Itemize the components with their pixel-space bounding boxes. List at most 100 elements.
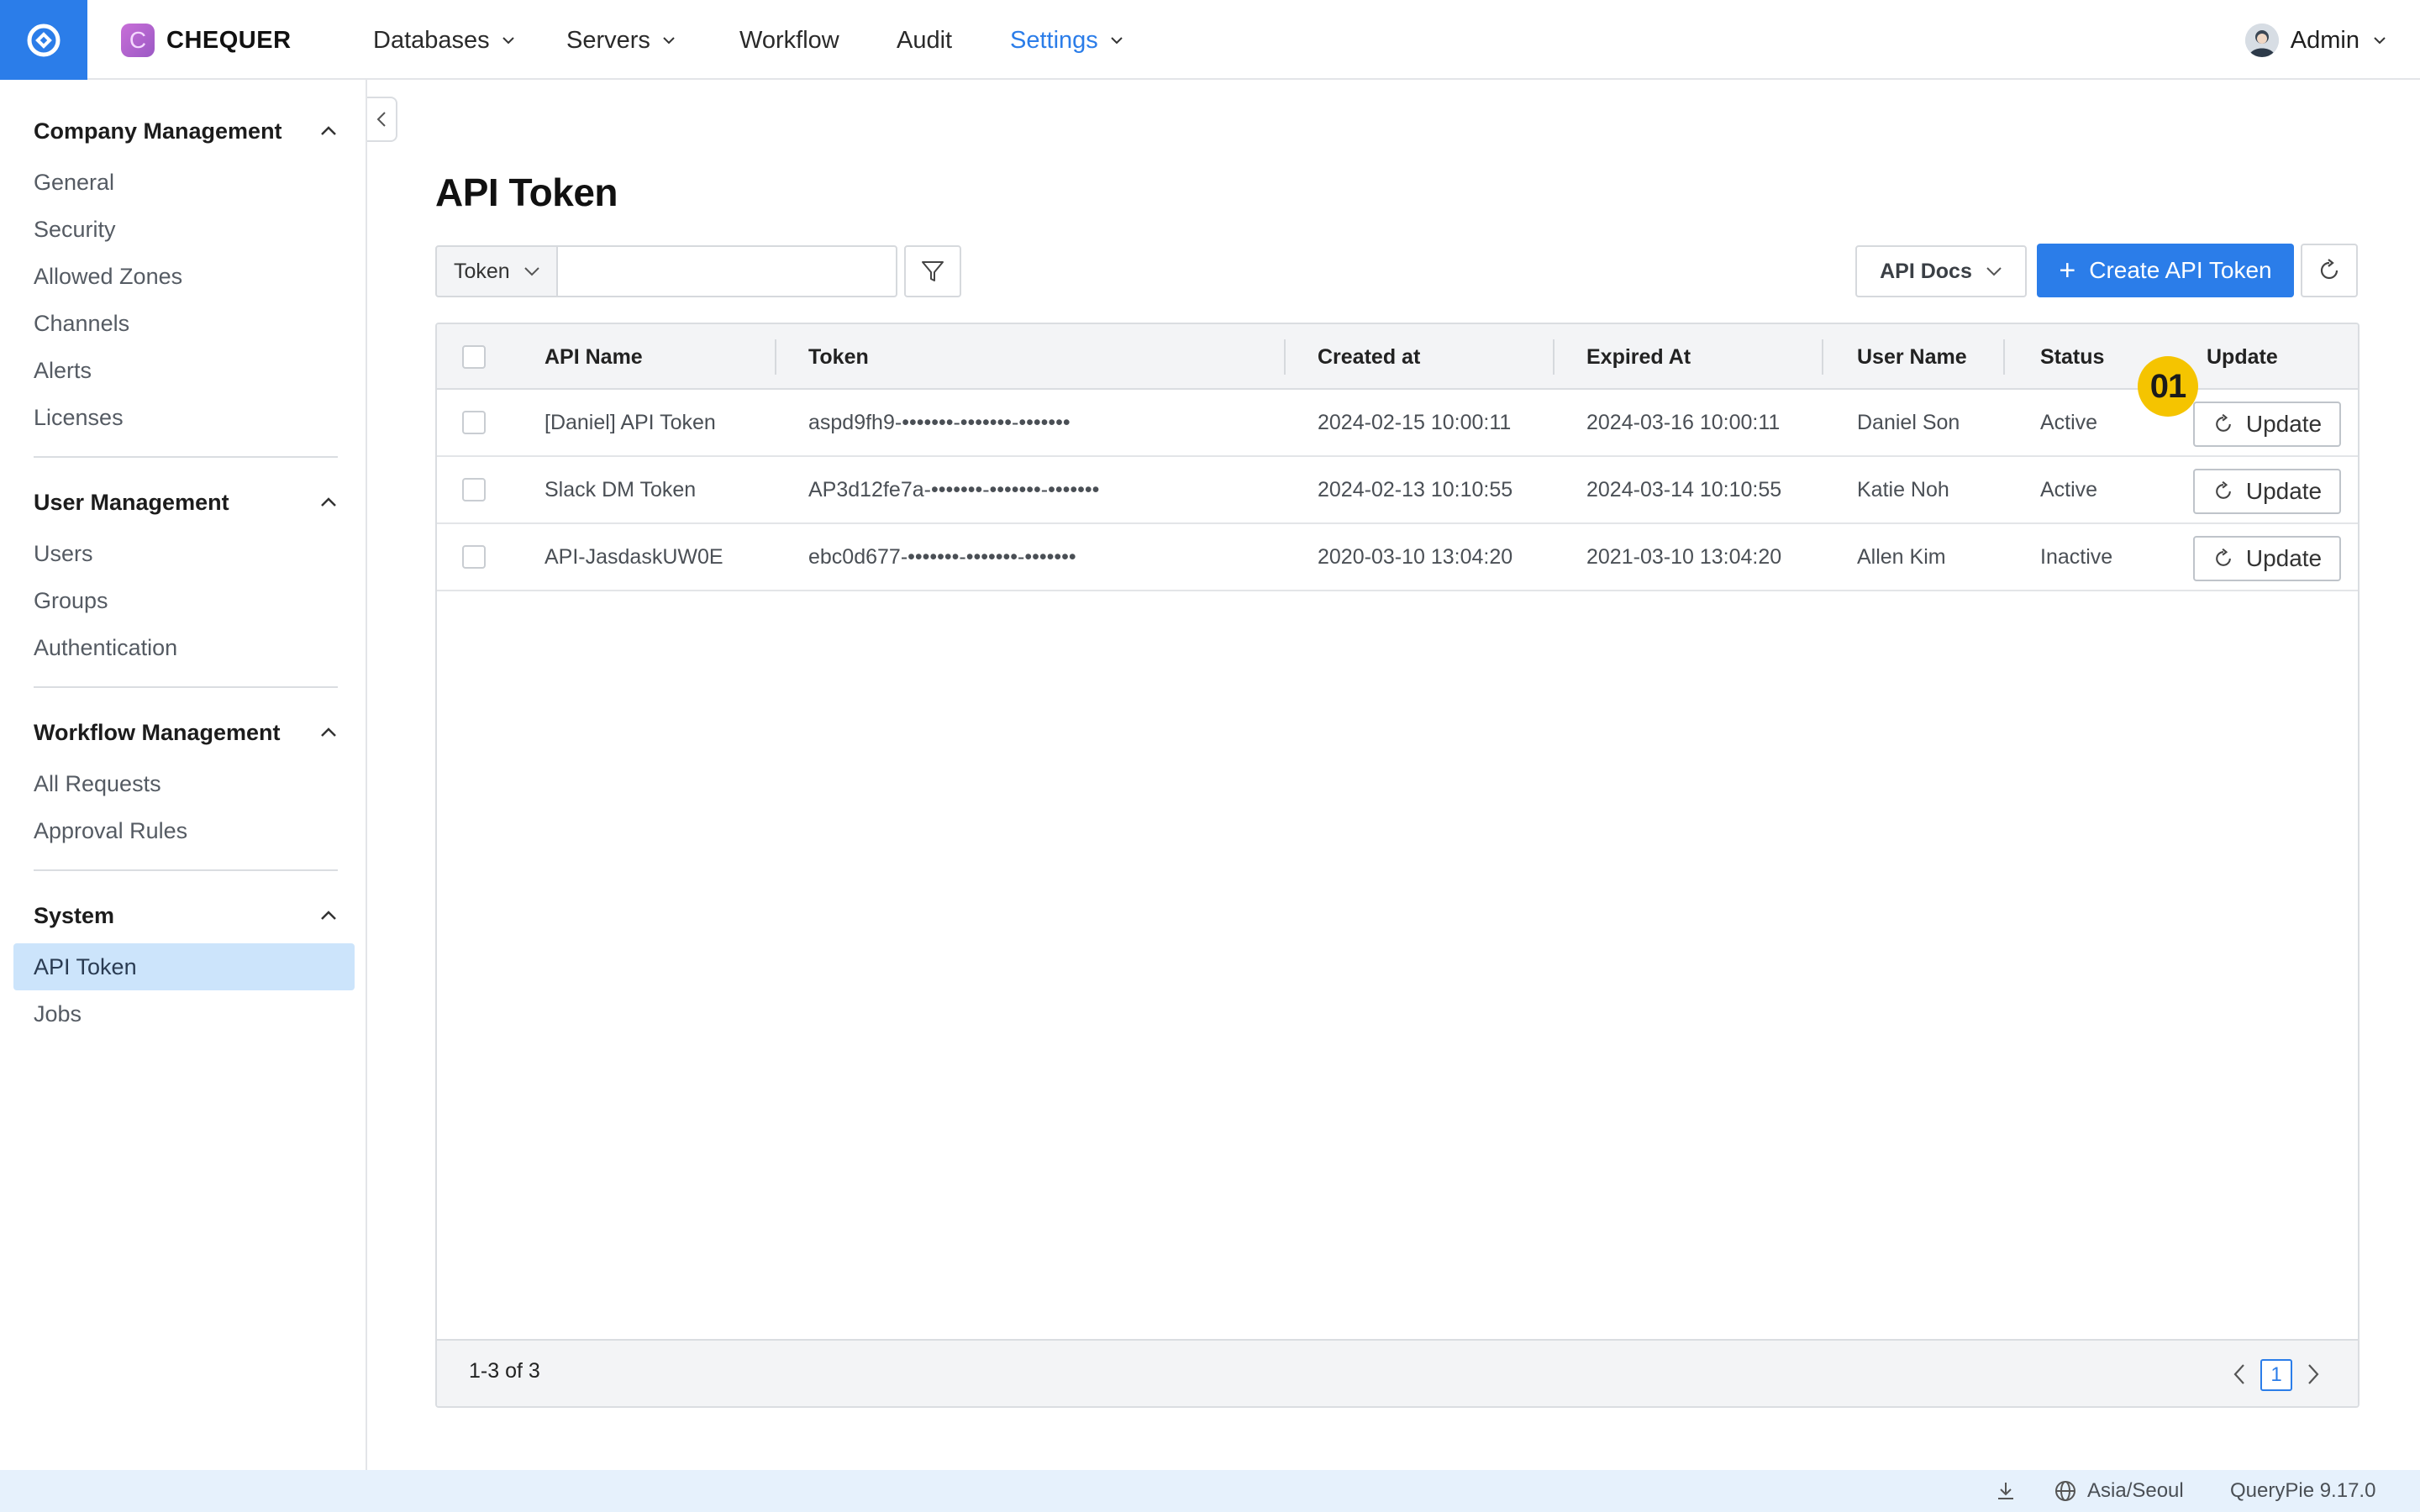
column-divider <box>1284 339 1286 375</box>
pagination-next-button[interactable] <box>2301 1357 2326 1391</box>
nav-workflow[interactable]: Workflow <box>739 24 839 57</box>
chevron-down-icon <box>1111 37 1123 45</box>
chevron-right-icon <box>2308 1364 2319 1384</box>
callout-badge: 01 <box>2138 356 2198 417</box>
table-row[interactable]: [Daniel] API Token aspd9fh9-•••••••-••••… <box>437 390 2358 457</box>
row-checkbox[interactable] <box>462 545 486 569</box>
column-header-update: Update <box>2207 344 2278 369</box>
pagination-prev-button[interactable] <box>2227 1357 2252 1391</box>
sidebar-item-general[interactable]: General <box>13 159 355 206</box>
user-name: Admin <box>2290 26 2360 54</box>
update-button-label: Update <box>2245 478 2323 504</box>
search-type-select[interactable]: Token <box>435 245 558 297</box>
select-all-checkbox[interactable] <box>462 345 486 369</box>
sidebar-group-system[interactable]: System <box>34 899 337 932</box>
update-button[interactable]: Update <box>2193 402 2341 447</box>
nav-servers-label: Servers <box>566 26 650 54</box>
chevron-down-icon <box>2374 37 2386 45</box>
sidebar-collapse-button[interactable] <box>367 97 397 142</box>
sidebar-item-users[interactable]: Users <box>13 530 355 577</box>
nav-databases[interactable]: Databases <box>373 24 515 57</box>
api-docs-dropdown[interactable]: API Docs <box>1855 245 2027 297</box>
sidebar-item-api-token[interactable]: API Token <box>13 943 355 990</box>
search-input[interactable] <box>556 245 897 297</box>
cell-created-at: 2024-02-13 10:10:55 <box>1318 477 1513 501</box>
cell-token: ebc0d677-•••••••-•••••••-••••••• <box>808 544 1076 569</box>
sidebar-group-user-management[interactable]: User Management <box>34 486 337 519</box>
sidebar-item-licenses[interactable]: Licenses <box>13 394 355 441</box>
company-name: CHEQUER <box>166 26 292 54</box>
avatar <box>2244 24 2279 57</box>
download-button[interactable] <box>1995 1480 2017 1506</box>
column-header-expired-at[interactable]: Expired At <box>1586 324 1691 390</box>
cell-user-name: Katie Noh <box>1857 477 1949 501</box>
sidebar-group-title: User Management <box>34 489 229 515</box>
row-checkbox[interactable] <box>462 478 486 501</box>
update-button[interactable]: Update <box>2193 469 2341 514</box>
sidebar-item-channels[interactable]: Channels <box>13 300 355 347</box>
sidebar-item-security[interactable]: Security <box>13 206 355 253</box>
nav-servers[interactable]: Servers <box>566 24 676 57</box>
sidebar-group-workflow-management[interactable]: Workflow Management <box>34 716 337 749</box>
chevron-down-icon <box>1986 267 2002 276</box>
column-divider <box>1553 339 1555 375</box>
company-logo-icon: C <box>121 24 155 57</box>
refresh-icon <box>2216 548 2231 566</box>
refresh-icon <box>2216 480 2231 499</box>
refresh-icon <box>2216 413 2231 432</box>
update-button[interactable]: Update <box>2193 536 2341 581</box>
cell-status: Active <box>2040 477 2098 501</box>
timezone-label: Asia/Seoul <box>2087 1479 2184 1502</box>
pagination-page-current[interactable]: 1 <box>2260 1359 2292 1391</box>
create-api-token-button[interactable]: + Create API Token <box>2037 244 2294 297</box>
sidebar-item-all-requests[interactable]: All Requests <box>13 760 355 807</box>
nav-settings-label: Settings <box>1010 26 1098 54</box>
sidebar-item-authentication[interactable]: Authentication <box>13 624 355 671</box>
sidebar-group-company-management[interactable]: Company Management <box>34 114 337 148</box>
chevron-up-icon <box>321 727 336 737</box>
update-button-label: Update <box>2245 545 2323 571</box>
api-docs-label: API Docs <box>1880 259 1972 283</box>
sidebar-item-alerts[interactable]: Alerts <box>13 347 355 394</box>
settings-sidebar: Company Management General Security Allo… <box>0 80 367 1470</box>
sidebar-group-title: Company Management <box>34 118 282 144</box>
refresh-button[interactable] <box>2301 244 2358 297</box>
row-checkbox[interactable] <box>462 411 486 434</box>
company-brand[interactable]: C CHEQUER <box>121 24 292 57</box>
page-title: API Token <box>435 171 618 214</box>
user-avatar-icon <box>2244 24 2279 57</box>
cell-api-name: [Daniel] API Token <box>544 410 716 434</box>
create-api-token-label: Create API Token <box>2089 257 2272 283</box>
column-header-user-name[interactable]: User Name <box>1857 324 1967 390</box>
cell-status: Active <box>2040 410 2098 434</box>
column-divider <box>1822 339 1823 375</box>
sidebar-item-groups[interactable]: Groups <box>13 577 355 624</box>
cell-api-name: API-JasdaskUW0E <box>544 544 723 569</box>
nav-workflow-label: Workflow <box>739 26 839 54</box>
table-row[interactable]: API-JasdaskUW0E ebc0d677-•••••••-•••••••… <box>437 524 2358 591</box>
user-menu[interactable]: Admin <box>2244 22 2386 59</box>
column-header-token[interactable]: Token <box>808 324 869 390</box>
cell-expired-at: 2024-03-16 10:00:11 <box>1586 410 1781 434</box>
column-header-status[interactable]: Status <box>2040 324 2104 390</box>
nav-databases-label: Databases <box>373 26 490 54</box>
download-icon <box>1998 1483 2013 1499</box>
timezone-selector[interactable]: Asia/Seoul <box>2054 1477 2184 1505</box>
table-row[interactable]: Slack DM Token AP3d12fe7a-•••••••-••••••… <box>437 457 2358 524</box>
sidebar-item-approval-rules[interactable]: Approval Rules <box>13 807 355 854</box>
nav-settings[interactable]: Settings <box>1010 24 1123 57</box>
nav-audit-label: Audit <box>897 26 953 54</box>
cell-token: AP3d12fe7a-•••••••-•••••••-••••••• <box>808 477 1100 501</box>
top-navigation-bar: C CHEQUER Databases Servers Workflow Aud… <box>0 0 2420 80</box>
globe-icon <box>2055 1481 2075 1501</box>
nav-audit[interactable]: Audit <box>897 24 952 57</box>
sidebar-item-jobs[interactable]: Jobs <box>13 990 355 1037</box>
plus-icon: + <box>2059 254 2076 286</box>
filter-button[interactable] <box>904 245 961 297</box>
column-header-api-name[interactable]: API Name <box>544 324 643 390</box>
home-logo-button[interactable] <box>0 0 87 80</box>
chevron-down-icon <box>663 37 675 45</box>
cell-user-name: Daniel Son <box>1857 410 1960 434</box>
sidebar-item-allowed-zones[interactable]: Allowed Zones <box>13 253 355 300</box>
column-header-created-at[interactable]: Created at <box>1318 324 1420 390</box>
